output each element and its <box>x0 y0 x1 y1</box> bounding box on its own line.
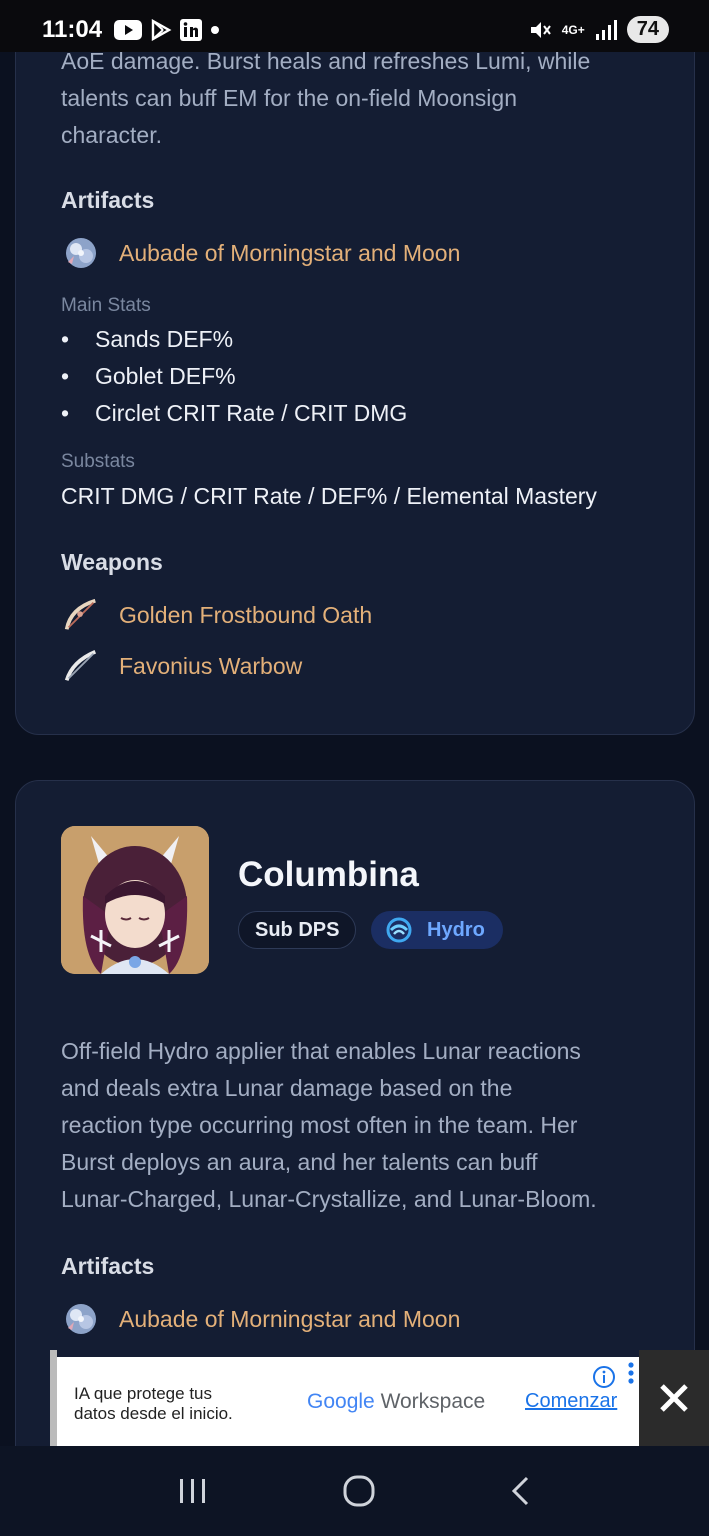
system-icons: 4G+ 74 <box>528 16 669 43</box>
description-line: Burst deploys an aura, and her talents c… <box>61 1149 538 1175</box>
element-badge: Hydro <box>371 911 503 949</box>
description-line: Off-field Hydro applier that enables Lun… <box>61 1038 581 1064</box>
ad-close-button[interactable] <box>639 1350 709 1446</box>
substats-value: CRIT DMG / CRIT Rate / DEF% / Elemental … <box>61 483 597 509</box>
element-label: Hydro <box>427 918 485 941</box>
recent-apps-icon[interactable] <box>177 1476 209 1506</box>
bow-weapon-icon <box>61 646 101 686</box>
artifact-item[interactable]: Aubade of Morningstar and Moon <box>61 1299 460 1339</box>
close-icon <box>660 1384 688 1412</box>
bow-weapon-icon <box>61 595 101 635</box>
ad-info-icon[interactable] <box>592 1365 616 1389</box>
role-badge: Sub DPS <box>238 911 357 949</box>
weapon-name: Golden Frostbound Oath <box>119 601 373 628</box>
character-portrait[interactable] <box>61 826 209 974</box>
substats-label: Substats <box>61 451 135 472</box>
ad-tagline-line: IA que protege tus <box>74 1384 212 1403</box>
system-navigation-bar <box>0 1446 709 1536</box>
build-card-previous: AoE damage. Burst heals and refreshes Lu… <box>15 0 695 735</box>
ad-tagline: IA que protege tus datos desde el inicio… <box>74 1384 233 1424</box>
home-icon[interactable] <box>342 1474 376 1508</box>
more-notifications-dot-icon <box>211 26 219 34</box>
artifact-flower-icon <box>61 233 101 273</box>
ad-edge <box>50 1350 57 1446</box>
main-stat-item: Circlet CRIT Rate / CRIT DMG <box>61 395 407 432</box>
character-description: AoE damage. Burst heals and refreshes Lu… <box>61 43 671 154</box>
ad-tagline-line: datos desde el inicio. <box>74 1404 233 1423</box>
weapon-name: Favonius Warbow <box>119 652 303 679</box>
ad-menu-icon[interactable] <box>625 1361 637 1387</box>
back-icon[interactable] <box>509 1474 533 1508</box>
main-stat-item: Sands DEF% <box>61 321 407 358</box>
description-line: reaction type occurring most often in th… <box>61 1112 578 1138</box>
battery-level: 74 <box>626 16 669 43</box>
weapons-heading: Weapons <box>61 549 163 575</box>
page-content: AoE damage. Burst heals and refreshes Lu… <box>0 0 709 1446</box>
notification-icons <box>114 19 220 41</box>
ad-banner[interactable]: IA que protege tus datos desde el inicio… <box>0 1350 709 1446</box>
artifact-name: Aubade of Morningstar and Moon <box>119 1305 461 1332</box>
hydro-element-icon <box>386 917 412 943</box>
description-line: talents can buff EM for the on-field Moo… <box>61 85 518 111</box>
ad-product: Workspace <box>380 1390 486 1413</box>
mute-icon <box>530 21 551 38</box>
character-name: Columbina <box>238 855 419 894</box>
build-card-columbina: Columbina Sub DPS Hydro Off-field Hydro … <box>15 780 695 1446</box>
weapon-item[interactable]: Favonius Warbow <box>61 646 302 686</box>
weapon-item[interactable]: Golden Frostbound Oath <box>61 595 372 635</box>
ad-content[interactable]: IA que protege tus datos desde el inicio… <box>57 1357 639 1446</box>
clock: 11:04 <box>42 16 103 43</box>
play-store-icon <box>151 19 172 41</box>
description-line: and deals extra Lunar damage based on th… <box>61 1075 513 1101</box>
ad-brand: Google Workspace <box>307 1390 485 1414</box>
artifacts-heading: Artifacts <box>61 187 155 213</box>
artifact-name: Aubade of Morningstar and Moon <box>119 239 461 266</box>
character-description: Off-field Hydro applier that enables Lun… <box>61 1033 681 1218</box>
role-label: Sub DPS <box>255 918 340 941</box>
ad-cta-link[interactable]: Comenzar <box>525 1390 617 1413</box>
main-stats-list: Sands DEF% Goblet DEF% Circlet CRIT Rate… <box>61 321 407 432</box>
linkedin-icon <box>180 19 202 41</box>
status-bar: 11:04 4G+ 74 <box>0 0 709 52</box>
artifact-flower-icon <box>61 1299 101 1339</box>
description-line: character. <box>61 122 162 148</box>
main-stat-item: Goblet DEF% <box>61 358 407 395</box>
artifacts-heading: Artifacts <box>61 1253 155 1279</box>
network-type: 4G+ <box>561 22 585 37</box>
signal-icon <box>595 19 617 40</box>
google-logo-text: Google <box>307 1390 375 1413</box>
artifact-item[interactable]: Aubade of Morningstar and Moon <box>61 233 460 273</box>
youtube-icon <box>114 20 142 40</box>
main-stats-label: Main Stats <box>61 295 151 316</box>
description-line: Lunar-Charged, Lunar-Crystallize, and Lu… <box>61 1186 597 1212</box>
